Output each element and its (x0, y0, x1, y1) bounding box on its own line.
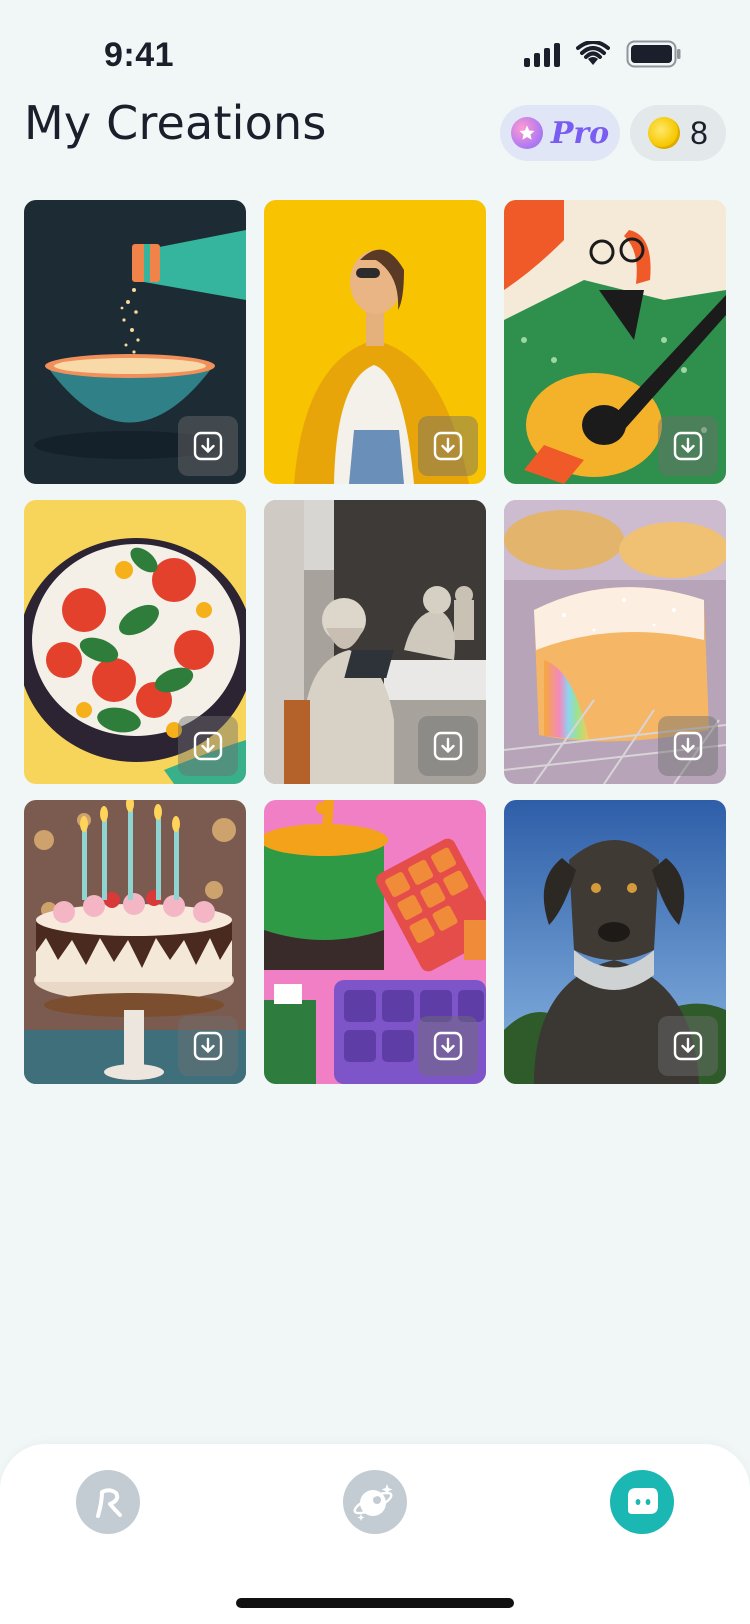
creation-card-cake[interactable] (24, 800, 246, 1084)
download-button[interactable] (418, 716, 478, 776)
battery-icon (626, 40, 681, 68)
pro-star-icon (510, 117, 543, 149)
page-title: My Creations (24, 96, 327, 150)
status-time: 9:41 (104, 36, 175, 74)
coins-badge-button[interactable]: 8 (630, 105, 726, 161)
download-icon (673, 731, 703, 761)
download-icon (433, 431, 463, 461)
download-button[interactable] (178, 1016, 238, 1076)
download-icon (193, 431, 223, 461)
creation-card-woman[interactable] (264, 200, 486, 484)
download-icon (673, 1031, 703, 1061)
my-creations-screen: 9:41 My Creations Pro 8 (0, 0, 750, 1624)
cellular-signal-icon (524, 41, 560, 67)
creation-card-statues[interactable] (264, 500, 486, 784)
coin-icon (648, 117, 681, 149)
creation-card-bread[interactable] (504, 500, 726, 784)
coin-count: 8 (690, 114, 708, 151)
download-button[interactable] (418, 1016, 478, 1076)
status-icons (524, 40, 682, 68)
r-logo-icon (96, 1488, 122, 1518)
profile-face-icon (628, 1488, 658, 1514)
download-button[interactable] (658, 416, 718, 476)
download-icon (433, 1031, 463, 1061)
download-button[interactable] (658, 716, 718, 776)
nav-home-button[interactable] (76, 1470, 140, 1534)
status-bar: 9:41 (0, 0, 750, 100)
creations-gallery (24, 200, 726, 1084)
creation-card-pot[interactable] (264, 800, 486, 1084)
download-button[interactable] (178, 416, 238, 476)
creation-card-guitar[interactable] (504, 200, 726, 484)
nav-create-button[interactable] (343, 1470, 407, 1534)
creation-card-soup[interactable] (24, 200, 246, 484)
bottom-nav (0, 1444, 750, 1624)
pro-badge-button[interactable]: Pro (500, 105, 620, 161)
wifi-icon (576, 41, 610, 65)
download-button[interactable] (418, 416, 478, 476)
download-icon (673, 431, 703, 461)
download-icon (193, 1031, 223, 1061)
sparkle-planet-icon (353, 1484, 393, 1521)
creation-card-salad[interactable] (24, 500, 246, 784)
creation-card-dog[interactable] (504, 800, 726, 1084)
home-indicator (236, 1598, 514, 1608)
download-button[interactable] (178, 716, 238, 776)
nav-profile-button[interactable] (610, 1470, 674, 1534)
download-icon (433, 731, 463, 761)
download-icon (193, 731, 223, 761)
pro-label: Pro (550, 115, 610, 151)
download-button[interactable] (658, 1016, 718, 1076)
